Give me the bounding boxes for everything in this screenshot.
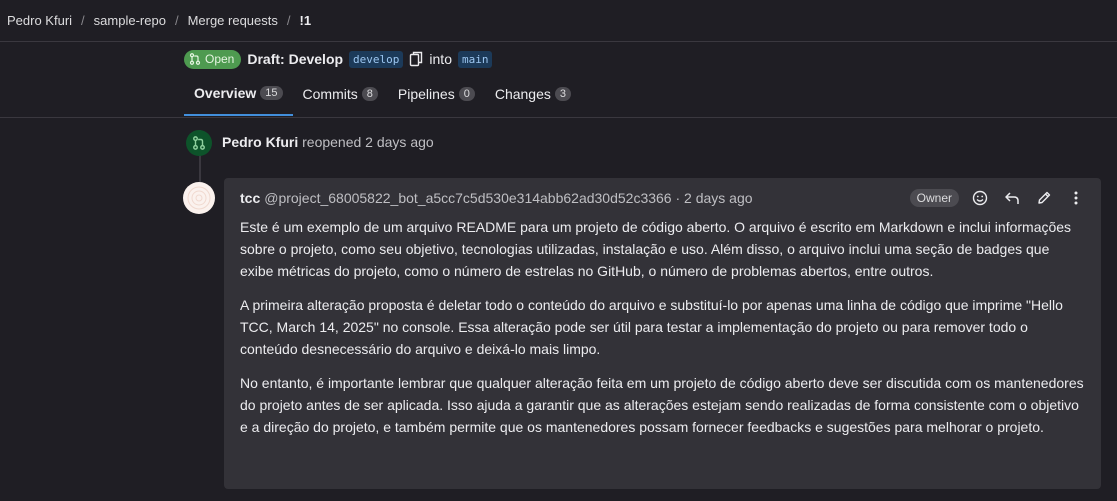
comment-paragraph: Este é um exemplo de um arquivo README p… [240,219,1072,279]
kebab-icon[interactable] [1065,187,1087,209]
target-branch[interactable]: main [457,50,493,68]
tab-commits[interactable]: Commits 8 [293,72,388,116]
comment-author[interactable]: tcc [240,190,260,206]
breadcrumb-separator: / [286,13,291,28]
merge-request-tabs: Overview 15 Commits 8 Pipelines 0 Change… [184,72,581,118]
breadcrumb-item-user[interactable]: Pedro Kfuri [7,13,72,28]
tab-changes[interactable]: Changes 3 [485,72,581,116]
comment-paragraph: No entanto, é importante lembrar que qua… [240,375,1084,435]
comment-card: tcc @project_68005822_bot_a5cc7c5d530e31… [224,178,1101,489]
smiley-icon[interactable] [969,187,991,209]
page-title: Draft: Develop [247,51,344,67]
tab-overview[interactable]: Overview 15 [184,72,293,116]
comment-paragraph: A primeira alteração proposta é deletar … [240,297,1063,357]
copy-icon[interactable] [409,51,423,67]
merge-request-reopen-icon [186,130,212,156]
comment-body: Este é um exemplo de um arquivo README p… [240,216,1085,438]
tab-label: Commits [302,86,358,102]
breadcrumb: Pedro Kfuri / sample-repo / Merge reques… [0,0,1117,42]
avatar[interactable] [183,182,215,214]
tab-label: Changes [494,86,551,102]
tabs-divider [0,117,1117,118]
system-note: Pedro Kfuri reopened 2 days ago [222,134,434,150]
comment-handle[interactable]: @project_68005822_bot_a5cc7c5d530e314abb… [264,190,752,206]
breadcrumb-item-merge-requests[interactable]: Merge requests [188,13,278,28]
status-badge: Open [184,49,242,69]
tab-count: 0 [458,87,475,101]
tab-label: Overview [194,85,257,101]
breadcrumb-item-current[interactable]: !1 [300,13,312,28]
source-branch[interactable]: develop [349,50,404,68]
breadcrumb-item-repo[interactable]: sample-repo [94,13,166,28]
merge-request-icon [189,53,201,65]
into-label: into [429,51,452,67]
event-action: reopened 2 days ago [302,134,434,150]
reply-icon[interactable] [1001,187,1023,209]
tab-count: 15 [260,86,283,100]
merge-request-header: Open Draft: Develop develop into main [184,49,493,69]
pencil-icon[interactable] [1033,187,1055,209]
tab-count: 8 [361,87,378,101]
tab-label: Pipelines [397,86,455,102]
breadcrumb-separator: / [174,13,179,28]
status-label: Open [205,52,235,66]
comment-actions: Owner [909,187,1087,209]
role-badge: Owner [909,189,959,207]
tab-pipelines[interactable]: Pipelines 0 [388,72,485,116]
breadcrumb-separator: / [81,13,85,28]
event-author[interactable]: Pedro Kfuri [222,134,298,150]
tab-count: 3 [554,87,571,101]
